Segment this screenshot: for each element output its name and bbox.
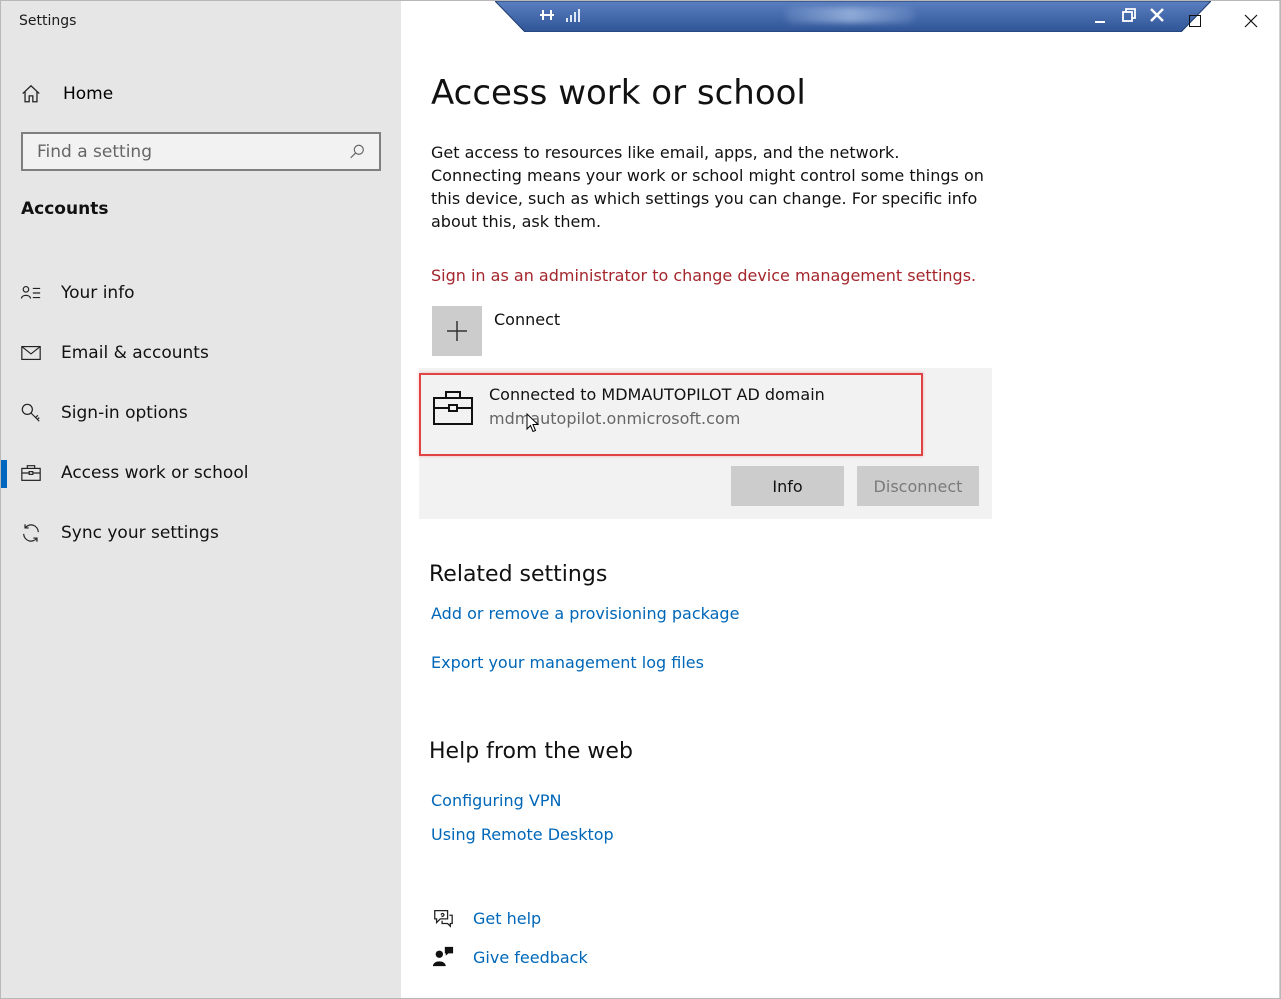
get-help-link[interactable]: Get help	[473, 909, 541, 928]
sidebar-item-sign-in-options[interactable]: Sign-in options	[1, 383, 401, 443]
settings-window: Settings Home Accounts	[0, 0, 1281, 999]
page-title: Access work or school	[431, 73, 806, 113]
mouse-cursor-icon	[526, 413, 540, 433]
link-export-logs[interactable]: Export your management log files	[431, 653, 704, 672]
account-item[interactable]: Connected to MDMAUTOPILOT AD domain mdma…	[419, 373, 923, 456]
nav-list: Your info Email & accounts Sign-in optio…	[1, 263, 401, 563]
sidebar-item-label: Your info	[61, 283, 135, 303]
sidebar-item-email-accounts[interactable]: Email & accounts	[1, 323, 401, 383]
help-web-heading: Help from the web	[429, 739, 633, 764]
home-icon	[19, 82, 43, 106]
remote-desktop-title	[785, 7, 915, 23]
nav-home[interactable]: Home	[19, 81, 379, 107]
help-chat-icon	[431, 906, 455, 930]
person-card-icon	[19, 281, 43, 305]
connect-button[interactable]: Connect	[432, 306, 560, 356]
page-description: Get access to resources like email, apps…	[431, 143, 984, 231]
sidebar: Settings Home Accounts	[1, 1, 401, 998]
maximize-icon[interactable]	[1187, 13, 1203, 29]
link-provisioning-package[interactable]: Add or remove a provisioning package	[431, 604, 739, 623]
connection-bars-icon[interactable]	[565, 7, 581, 23]
app-title: Settings	[19, 13, 77, 29]
sidebar-item-sync-settings[interactable]: Sync your settings	[1, 503, 401, 563]
remote-minimize-icon[interactable]	[1093, 9, 1109, 25]
sidebar-item-label: Access work or school	[61, 463, 249, 483]
disconnect-button[interactable]: Disconnect	[857, 466, 979, 506]
remote-desktop-bar	[495, 1, 1211, 32]
connect-label: Connect	[494, 310, 561, 329]
link-remote-desktop[interactable]: Using Remote Desktop	[431, 825, 614, 844]
search-box[interactable]	[21, 132, 381, 171]
info-button[interactable]: Info	[731, 466, 844, 506]
related-settings-heading: Related settings	[429, 562, 608, 587]
link-configuring-vpn[interactable]: Configuring VPN	[431, 791, 561, 810]
sync-icon	[19, 521, 43, 545]
search-icon[interactable]	[347, 142, 367, 162]
give-feedback-row[interactable]: Give feedback	[431, 945, 588, 969]
get-help-row[interactable]: Get help	[431, 906, 541, 930]
sidebar-item-label: Sign-in options	[61, 403, 188, 423]
give-feedback-link[interactable]: Give feedback	[473, 948, 588, 967]
account-title: Connected to MDMAUTOPILOT AD domain	[489, 385, 825, 404]
briefcase-icon	[19, 461, 43, 485]
sidebar-item-label: Sync your settings	[61, 523, 219, 543]
admin-warning: Sign in as an administrator to change de…	[431, 266, 977, 285]
sidebar-item-your-info[interactable]: Your info	[1, 263, 401, 323]
sidebar-item-access-work-school[interactable]: Access work or school	[1, 443, 401, 503]
key-icon	[19, 401, 43, 425]
nav-home-label: Home	[63, 84, 114, 104]
briefcase-icon	[431, 386, 475, 430]
account-panel: Connected to MDMAUTOPILOT AD domain mdma…	[419, 368, 992, 519]
feedback-icon	[431, 945, 455, 969]
search-input[interactable]	[37, 141, 347, 162]
section-title: Accounts	[21, 199, 109, 219]
add-icon	[432, 306, 482, 356]
remote-restore-icon[interactable]	[1121, 7, 1137, 23]
close-icon[interactable]	[1243, 13, 1259, 29]
mail-icon	[19, 341, 43, 365]
sidebar-item-label: Email & accounts	[61, 343, 209, 363]
main-content: Access work or school Get access to reso…	[401, 1, 1280, 998]
pin-icon[interactable]	[539, 7, 555, 23]
remote-close-icon[interactable]	[1149, 7, 1165, 23]
